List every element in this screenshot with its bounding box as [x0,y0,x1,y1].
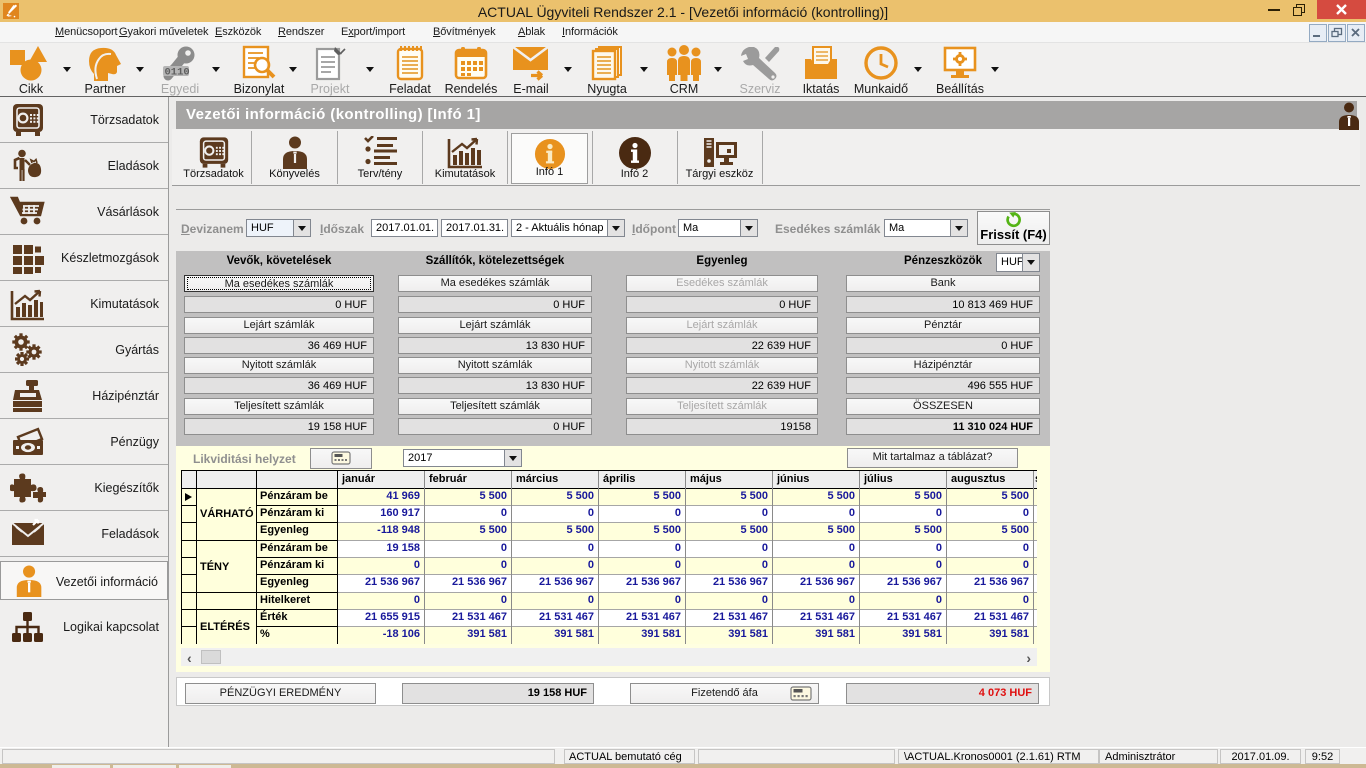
svg-text:0110: 0110 [165,67,190,79]
